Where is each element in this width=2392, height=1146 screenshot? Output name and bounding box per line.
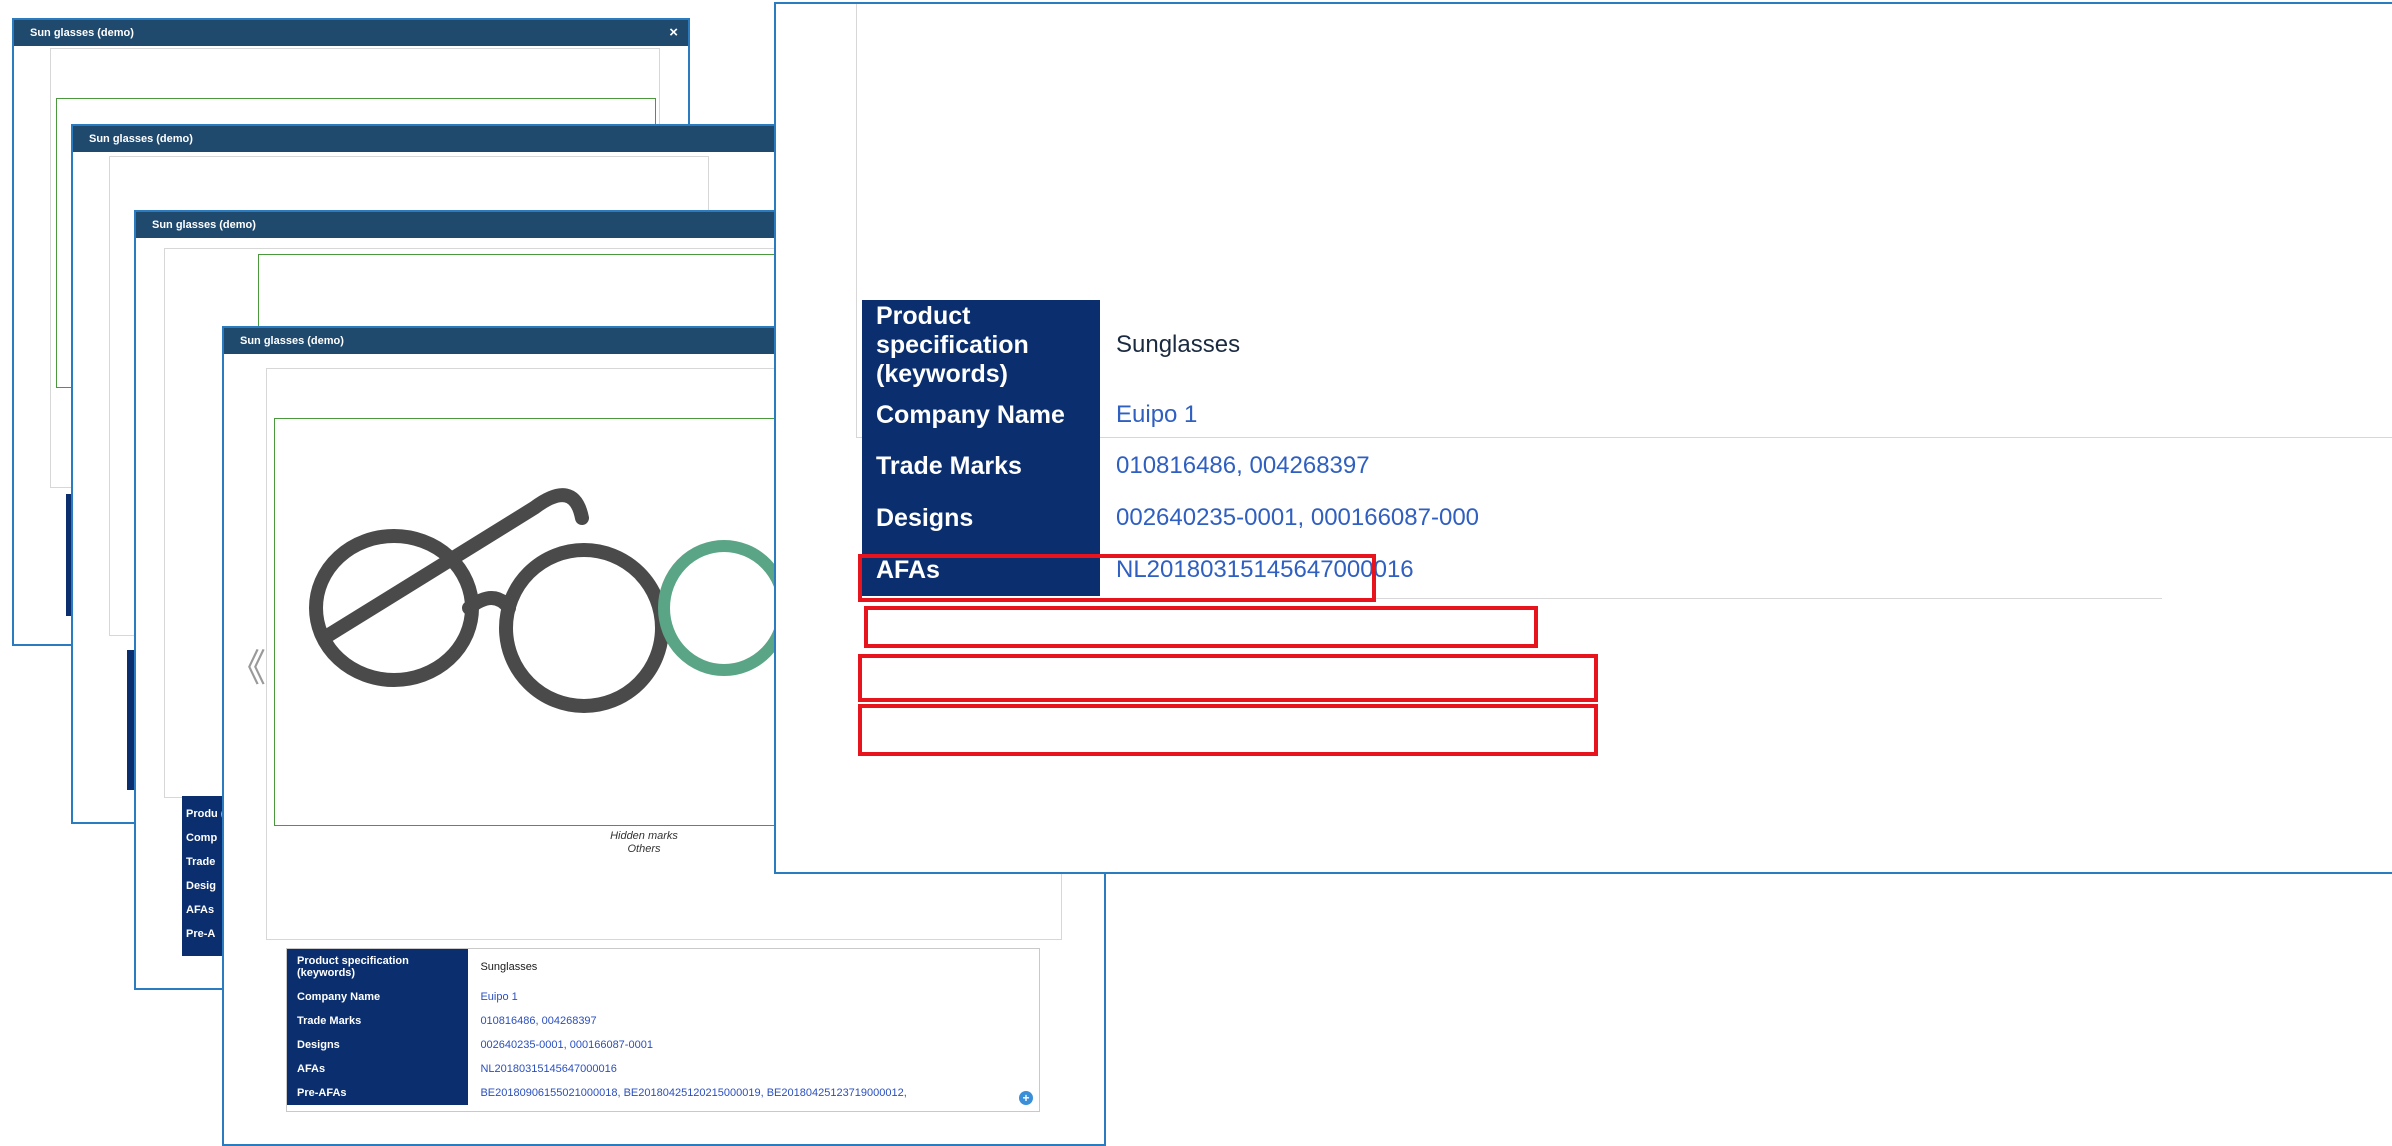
spec-row: Pre-AFAs BE20180906155021000018, BE20180… (287, 1081, 1039, 1105)
product-spec-table-zoomed: Product specification (keywords) Sunglas… (862, 300, 2162, 599)
window-title: Sun glasses (demo) (30, 27, 134, 39)
spec-row: Company Name Euipo 1 (287, 985, 1039, 1009)
highlight-trade-marks (864, 606, 1538, 648)
product-spec-table: Product specification (keywords) Sunglas… (286, 948, 1040, 1112)
window-title-bar: Sun glasses (demo) (73, 126, 809, 152)
spec-label: Designs (862, 492, 1100, 544)
spec-row: Trade Marks 010816486, 004268397 (862, 440, 2017, 492)
spec-label: Trade Marks (287, 1009, 469, 1033)
close-icon[interactable]: × (669, 20, 678, 46)
spec-value: Sunglasses (1116, 331, 1241, 358)
spec-value[interactable]: 010816486, 004268397 (468, 1009, 1039, 1033)
spec-value[interactable]: 002640235-0001, 000166087-0001 (468, 1033, 1039, 1057)
spec-row: Designs 002640235-0001, 000166087-000 (862, 492, 2017, 544)
window-title: Sun glasses (demo) (152, 219, 256, 231)
spec-value[interactable]: 010816486, 004268397 (1100, 440, 2017, 492)
spec-value[interactable]: Euipo 1 (468, 985, 1039, 1009)
highlight-afas (858, 704, 1598, 756)
spec-value[interactable]: NL20180315145647000016 (468, 1057, 1039, 1081)
window-title-bar: Sun glasses (demo) (136, 212, 832, 238)
sunglasses-image (309, 488, 784, 713)
spec-label: Company Name (287, 985, 469, 1009)
spec-row: Product specification (keywords) Sunglas… (287, 949, 1039, 985)
window-title-bar: Sun glasses (demo) × (14, 20, 688, 46)
spec-value[interactable]: 002640235-0001, 000166087-000 (1100, 492, 2017, 544)
spec-value[interactable]: BE20180906155021000018, BE20180425120215… (468, 1081, 1039, 1105)
spec-value: Sunglasses (480, 961, 538, 973)
spec-row: Product specification (keywords) Sunglas… (862, 300, 2017, 390)
spec-row: AFAs NL20180315145647000016 (287, 1057, 1039, 1081)
highlight-designs (858, 654, 1598, 702)
spec-label: Product specification (keywords) (862, 300, 1100, 390)
spec-label: Designs (287, 1033, 469, 1057)
spec-row: Designs 002640235-0001, 000166087-0001 (287, 1033, 1039, 1057)
highlight-company-name (858, 554, 1376, 602)
spec-row: Company Name Euipo 1 (862, 390, 2017, 440)
spec-label: Pre-AFAs (287, 1081, 469, 1105)
spec-label: Company Name (862, 390, 1100, 440)
previous-arrow-icon[interactable]: 《 (228, 650, 266, 688)
spec-label: AFAs (287, 1057, 469, 1081)
expand-plus-icon[interactable]: + (1019, 1091, 1033, 1105)
spec-label: Trade Marks (862, 440, 1100, 492)
spec-row: Trade Marks 010816486, 004268397 (287, 1009, 1039, 1033)
spec-label: Product specification (keywords) (287, 949, 469, 985)
zoomed-detail-window: Hidden marks Others Product specificatio… (774, 2, 2392, 874)
window-title: Sun glasses (demo) (89, 133, 193, 145)
window-title: Sun glasses (demo) (240, 335, 344, 347)
spec-value[interactable]: Euipo 1 (1100, 390, 2017, 440)
